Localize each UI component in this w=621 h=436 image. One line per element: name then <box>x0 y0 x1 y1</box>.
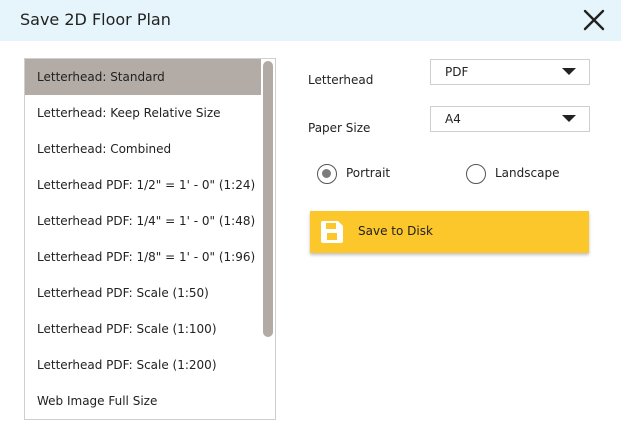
list-item[interactable]: Letterhead PDF: Scale (1:100) <box>25 311 261 347</box>
radio-unchecked-icon <box>466 164 486 184</box>
list-item[interactable]: Letterhead PDF: 1/4" = 1' - 0" (1:48) <box>25 203 261 239</box>
save-to-disk-button[interactable]: Save to Disk <box>310 211 589 253</box>
list-item[interactable]: Letterhead PDF: 1/2" = 1' - 0" (1:24) <box>25 167 261 203</box>
paper-size-select[interactable]: A4 <box>430 106 590 132</box>
portrait-label: Portrait <box>346 166 391 180</box>
chevron-down-icon <box>562 68 576 75</box>
chevron-down-icon <box>562 115 576 122</box>
paper-size-label: Paper Size <box>308 121 371 135</box>
letterhead-select[interactable]: PDF <box>430 59 590 85</box>
landscape-radio[interactable]: Landscape <box>466 164 566 186</box>
letterhead-select-value: PDF <box>445 65 469 79</box>
radio-checked-icon <box>317 164 337 184</box>
portrait-radio[interactable]: Portrait <box>317 164 407 186</box>
list-item[interactable]: Letterhead: Combined <box>25 131 261 167</box>
close-icon[interactable] <box>582 8 606 32</box>
landscape-label: Landscape <box>495 166 560 180</box>
list-item[interactable]: Letterhead PDF: Scale (1:200) <box>25 347 261 383</box>
floppy-disk-icon <box>320 220 344 244</box>
title-bar: Save 2D Floor Plan <box>0 0 621 41</box>
list-item[interactable]: Letterhead: Standard <box>25 59 261 95</box>
list-item[interactable]: Letterhead PDF: 1/8" = 1' - 0" (1:96) <box>25 239 261 275</box>
letterhead-label: Letterhead <box>308 73 374 87</box>
paper-size-select-value: A4 <box>445 112 461 126</box>
scrollbar-thumb[interactable] <box>263 61 273 337</box>
radio-dot <box>322 169 331 178</box>
format-list[interactable]: Letterhead: Standard Letterhead: Keep Re… <box>24 58 276 420</box>
list-item[interactable]: Web Image Full Size <box>25 383 261 419</box>
list-item[interactable]: Letterhead: Keep Relative Size <box>25 95 261 131</box>
list-item[interactable]: Letterhead PDF: Scale (1:50) <box>25 275 261 311</box>
dialog-title: Save 2D Floor Plan <box>20 10 171 29</box>
save-to-disk-label: Save to Disk <box>358 224 433 238</box>
